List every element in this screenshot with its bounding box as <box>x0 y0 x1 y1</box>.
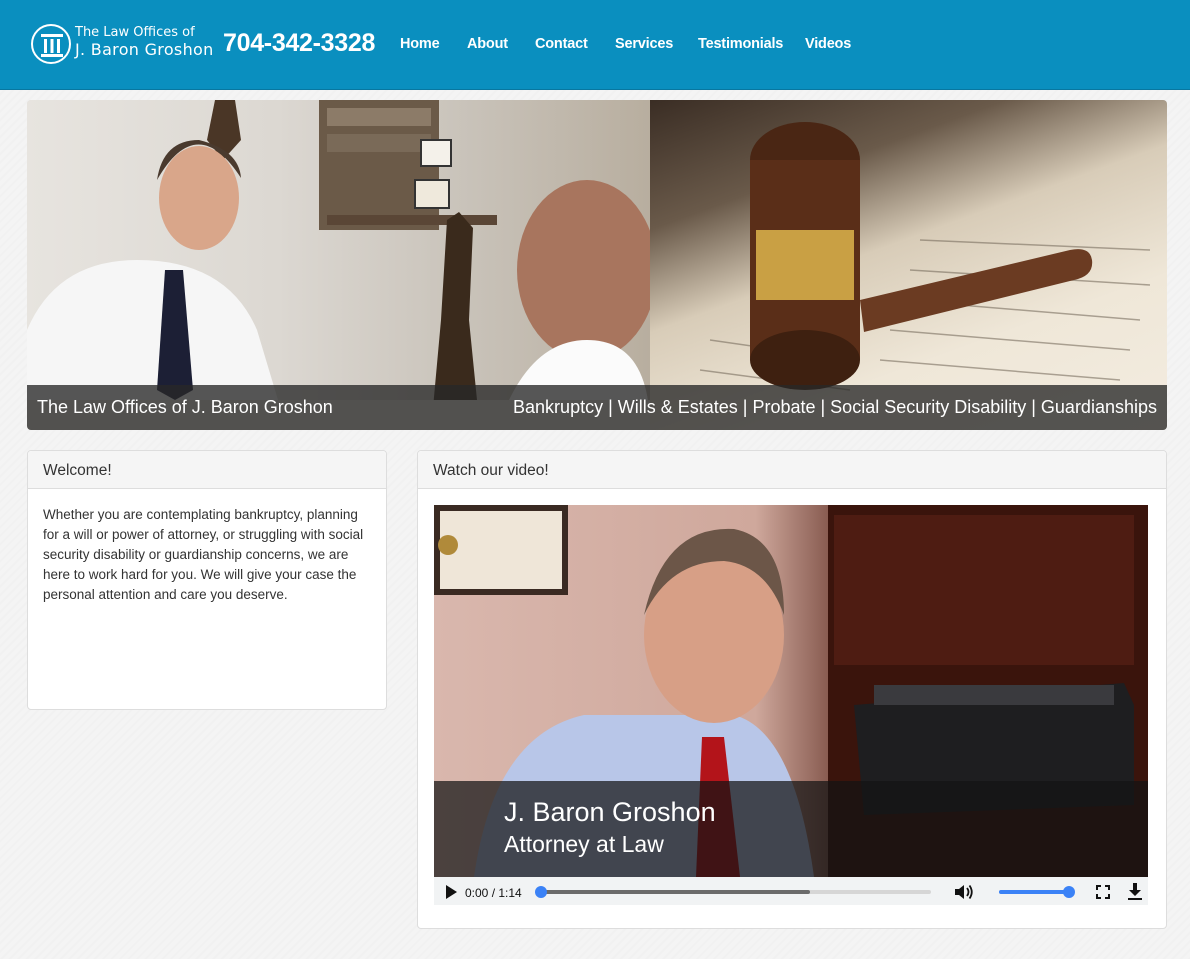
banner-firm-name: The Law Offices of J. Baron Groshon <box>37 397 333 417</box>
video-panel-heading: Watch our video! <box>418 451 1166 489</box>
video-seek-bar[interactable] <box>541 890 931 894</box>
volume-icon[interactable] <box>955 884 975 905</box>
video-overlay-role: Attorney at Law <box>504 831 664 857</box>
banner-practice-areas: Bankruptcy | Wills & Estates | Probate |… <box>513 397 1157 417</box>
volume-slider[interactable] <box>999 890 1069 894</box>
nav-about[interactable]: About <box>467 36 508 52</box>
site-logo[interactable]: The Law Offices of J. Baron Groshon <box>31 24 214 66</box>
site-header: The Law Offices of J. Baron Groshon 704-… <box>0 0 1190 90</box>
welcome-text: Whether you are contemplating bankruptcy… <box>43 507 364 602</box>
nav-services[interactable]: Services <box>615 36 673 52</box>
download-icon[interactable] <box>1128 883 1142 905</box>
video-buffered-fill <box>541 890 811 894</box>
video-time: 0:00 / 1:14 <box>465 886 522 900</box>
welcome-panel: Welcome! Whether you are contemplating b… <box>27 450 387 710</box>
fullscreen-icon[interactable] <box>1096 885 1110 904</box>
pillar-logo-icon <box>31 24 71 64</box>
volume-slider-handle[interactable] <box>1063 886 1075 898</box>
hero-banner: The Law Offices of J. Baron Groshon Bank… <box>27 100 1167 430</box>
logo-text-line2: J. Baron Groshon <box>75 40 214 59</box>
logo-text-line1: The Law Offices of <box>75 25 195 40</box>
play-icon[interactable] <box>445 885 457 904</box>
gavel-image <box>650 100 1167 430</box>
attorney-meeting-image <box>27 100 657 430</box>
banner-caption-bar: The Law Offices of J. Baron Groshon Bank… <box>27 385 1167 430</box>
video-panel: Watch our video! J. Baron Groshon Attorn… <box>417 450 1167 929</box>
welcome-title: Welcome! <box>43 462 112 479</box>
nav-contact[interactable]: Contact <box>535 36 588 52</box>
volume-level-fill <box>999 890 1069 894</box>
video-overlay-name: J. Baron Groshon <box>504 797 716 827</box>
nav-testimonials[interactable]: Testimonials <box>698 36 783 52</box>
nav-videos[interactable]: Videos <box>805 36 851 52</box>
video-seek-handle[interactable] <box>535 886 547 898</box>
welcome-panel-heading: Welcome! <box>28 451 386 489</box>
nav-home[interactable]: Home <box>400 36 440 52</box>
video-title: Watch our video! <box>433 462 549 479</box>
video-lower-third: J. Baron Groshon Attorney at Law <box>434 781 1148 877</box>
phone-number[interactable]: 704-342-3328 <box>223 29 375 58</box>
video-player[interactable]: J. Baron Groshon Attorney at Law 0:00 / … <box>434 505 1148 905</box>
video-controls: 0:00 / 1:14 <box>434 877 1148 905</box>
